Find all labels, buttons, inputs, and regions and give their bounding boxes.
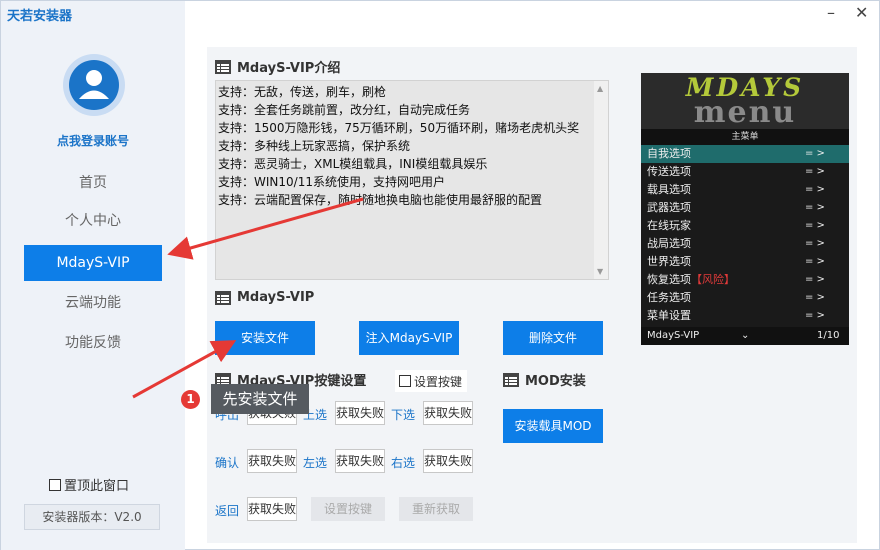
hotkey-label-right: 右选 bbox=[391, 456, 416, 470]
set-key-checkbox[interactable]: 设置按键 bbox=[395, 370, 467, 392]
menu-row: 载具选项 = > bbox=[641, 181, 849, 199]
menu-row: 任务选项 = > bbox=[641, 289, 849, 307]
hotkey-field-left[interactable]: 获取失败 bbox=[335, 449, 385, 473]
menu-row-arrow: = > bbox=[805, 238, 825, 249]
menu-row-arrow: = > bbox=[805, 256, 825, 267]
hotkey-field-right[interactable]: 获取失败 bbox=[423, 449, 473, 473]
intro-line: 支持：1500万隐形钱，75万循环刷，50万循环刷，赌场老虎机头奖 bbox=[218, 121, 580, 135]
menu-logo: menu MDAYS bbox=[641, 73, 849, 130]
menu-row-arrow: = > bbox=[805, 202, 825, 213]
install-file-button[interactable]: 安装文件 bbox=[215, 321, 315, 355]
nav-profile[interactable]: 个人中心 bbox=[24, 203, 162, 239]
close-button[interactable]: ✕ bbox=[855, 3, 868, 22]
menu-row: 在线玩家 = > bbox=[641, 217, 849, 235]
nav-mdays-vip[interactable]: MdayS-VIP bbox=[24, 245, 162, 281]
menu-row-text: 恢复选项 bbox=[647, 273, 691, 286]
hotkey-field-back[interactable]: 获取失败 bbox=[247, 497, 297, 521]
menu-row-label: 载具选项 bbox=[647, 183, 691, 196]
sidebar: 天若安装器 点我登录账号 首页 个人中心 MdayS-VIP 云端功能 功能反馈… bbox=[1, 1, 185, 550]
chevron-down-icon: ⌄ bbox=[741, 330, 750, 341]
intro-section-header: MdayS-VIP介绍 bbox=[215, 57, 340, 76]
menu-row-arrow: = > bbox=[805, 220, 825, 231]
menu-row: 自我选项 = > bbox=[641, 145, 849, 163]
menu-footer-name: MdayS-VIP bbox=[647, 330, 700, 341]
hotkey-label-down: 下选 bbox=[391, 408, 416, 422]
set-key-label: 设置按键 bbox=[414, 374, 463, 389]
menu-row-arrow: = > bbox=[805, 148, 825, 159]
intro-line: 支持：多种线上玩家恶搞，保护系统 bbox=[218, 139, 411, 153]
menu-row: 世界选项 = > bbox=[641, 253, 849, 271]
user-icon bbox=[65, 56, 123, 114]
menu-footer-page: 1/10 bbox=[817, 330, 840, 341]
mod-section-header: MOD安装 bbox=[503, 370, 586, 389]
hotkey-field-up[interactable]: 获取失败 bbox=[335, 401, 385, 425]
menu-row-label: 恢复选项【风险】 bbox=[647, 271, 735, 289]
menu-row-label: 在线玩家 bbox=[647, 219, 691, 232]
menu-row: 菜单设置 = > bbox=[641, 307, 849, 325]
menu-row-label: 菜单设置 bbox=[647, 309, 691, 322]
login-link[interactable]: 点我登录账号 bbox=[1, 132, 185, 149]
checkbox-box[interactable] bbox=[49, 478, 61, 491]
logo-top-text: MDAYS bbox=[685, 73, 805, 102]
intro-textarea[interactable]: 支持：无敌，传送，刷车，刷枪 支持：全套任务跳前置，改分红，自动完成任务 支持：… bbox=[215, 80, 609, 280]
intro-line: 支持：无敌，传送，刷车，刷枪 bbox=[218, 85, 387, 99]
menu-row-label: 自我选项 bbox=[647, 147, 691, 160]
menu-footer: MdayS-VIP ⌄ 1/10 bbox=[641, 327, 849, 345]
menu-row-arrow: = > bbox=[805, 166, 825, 177]
step-badge: 1 bbox=[181, 390, 200, 409]
delete-file-button[interactable]: 删除文件 bbox=[503, 321, 603, 355]
menu-row-arrow: = > bbox=[805, 310, 825, 321]
menu-preview-image: menu MDAYS 主菜单 自我选项 = > 传送选项 = > 载具选项 = … bbox=[641, 73, 849, 345]
nav-home[interactable]: 首页 bbox=[24, 165, 162, 201]
hotkey-field-confirm[interactable]: 获取失败 bbox=[247, 449, 297, 473]
table-icon bbox=[215, 59, 231, 74]
reget-key-button[interactable]: 重新获取 bbox=[399, 497, 473, 521]
scroll-up-icon[interactable]: ▲ bbox=[597, 84, 603, 93]
menu-row: 传送选项 = > bbox=[641, 163, 849, 181]
risk-tag: 【风险】 bbox=[691, 273, 735, 286]
intro-line: 支持：恶灵骑士，XML模组载具，INI模组载具娱乐 bbox=[218, 157, 488, 171]
avatar[interactable] bbox=[63, 54, 125, 116]
menu-row-label: 传送选项 bbox=[647, 165, 691, 178]
menu-row-label: 战局选项 bbox=[647, 237, 691, 250]
scroll-down-icon[interactable]: ▼ bbox=[597, 267, 603, 276]
install-vehicle-mod-button[interactable]: 安装载具MOD bbox=[503, 409, 603, 443]
intro-line: 支持：云端配置保存，随时随地换电脑也能使用最舒服的配置 bbox=[218, 193, 543, 207]
intro-line: 支持：WIN10/11系统使用，支持网吧用户 bbox=[218, 175, 445, 189]
app-title: 天若安装器 bbox=[7, 9, 73, 24]
inject-mdays-button[interactable]: 注入MdayS-VIP bbox=[359, 321, 459, 355]
pin-window-label: 置顶此窗口 bbox=[64, 479, 130, 494]
hotkey-field-down[interactable]: 获取失败 bbox=[423, 401, 473, 425]
hotkey-label-back: 返回 bbox=[215, 504, 240, 518]
nav-feedback[interactable]: 功能反馈 bbox=[24, 325, 162, 361]
mdays-title: MdayS-VIP bbox=[237, 290, 315, 305]
menu-row-arrow: = > bbox=[805, 292, 825, 303]
set-key-button[interactable]: 设置按键 bbox=[311, 497, 385, 521]
checkbox-box[interactable] bbox=[399, 375, 411, 387]
pin-window-checkbox[interactable]: 置顶此窗口 bbox=[49, 475, 129, 494]
menu-row-label: 世界选项 bbox=[647, 255, 691, 268]
menu-row: 武器选项 = > bbox=[641, 199, 849, 217]
step-tooltip: 先安装文件 bbox=[211, 384, 309, 414]
menu-row: 战局选项 = > bbox=[641, 235, 849, 253]
version-label: 安装器版本：V2.0 bbox=[24, 504, 160, 530]
mdays-section-header: MdayS-VIP bbox=[215, 290, 314, 305]
menu-row-arrow: = > bbox=[805, 184, 825, 195]
hotkey-label-left: 左选 bbox=[303, 456, 328, 470]
app-window: 天若安装器 点我登录账号 首页 个人中心 MdayS-VIP 云端功能 功能反馈… bbox=[0, 0, 880, 550]
hotkey-label-confirm: 确认 bbox=[215, 456, 240, 470]
menu-row-label: 武器选项 bbox=[647, 201, 691, 214]
menu-row: 恢复选项【风险】 = > bbox=[641, 271, 849, 289]
nav-cloud[interactable]: 云端功能 bbox=[24, 285, 162, 321]
mod-title: MOD安装 bbox=[525, 374, 586, 389]
intro-title: MdayS-VIP介绍 bbox=[237, 61, 341, 76]
menu-header: 主菜单 bbox=[641, 129, 849, 145]
table-icon bbox=[503, 372, 519, 387]
table-icon bbox=[215, 290, 231, 305]
menu-row-arrow: = > bbox=[805, 274, 825, 285]
intro-line: 支持：全套任务跳前置，改分红，自动完成任务 bbox=[218, 103, 471, 117]
intro-scrollbar[interactable]: ▲ ▼ bbox=[594, 81, 608, 279]
menu-row-label: 任务选项 bbox=[647, 291, 691, 304]
minimize-button[interactable]: – bbox=[827, 3, 835, 22]
